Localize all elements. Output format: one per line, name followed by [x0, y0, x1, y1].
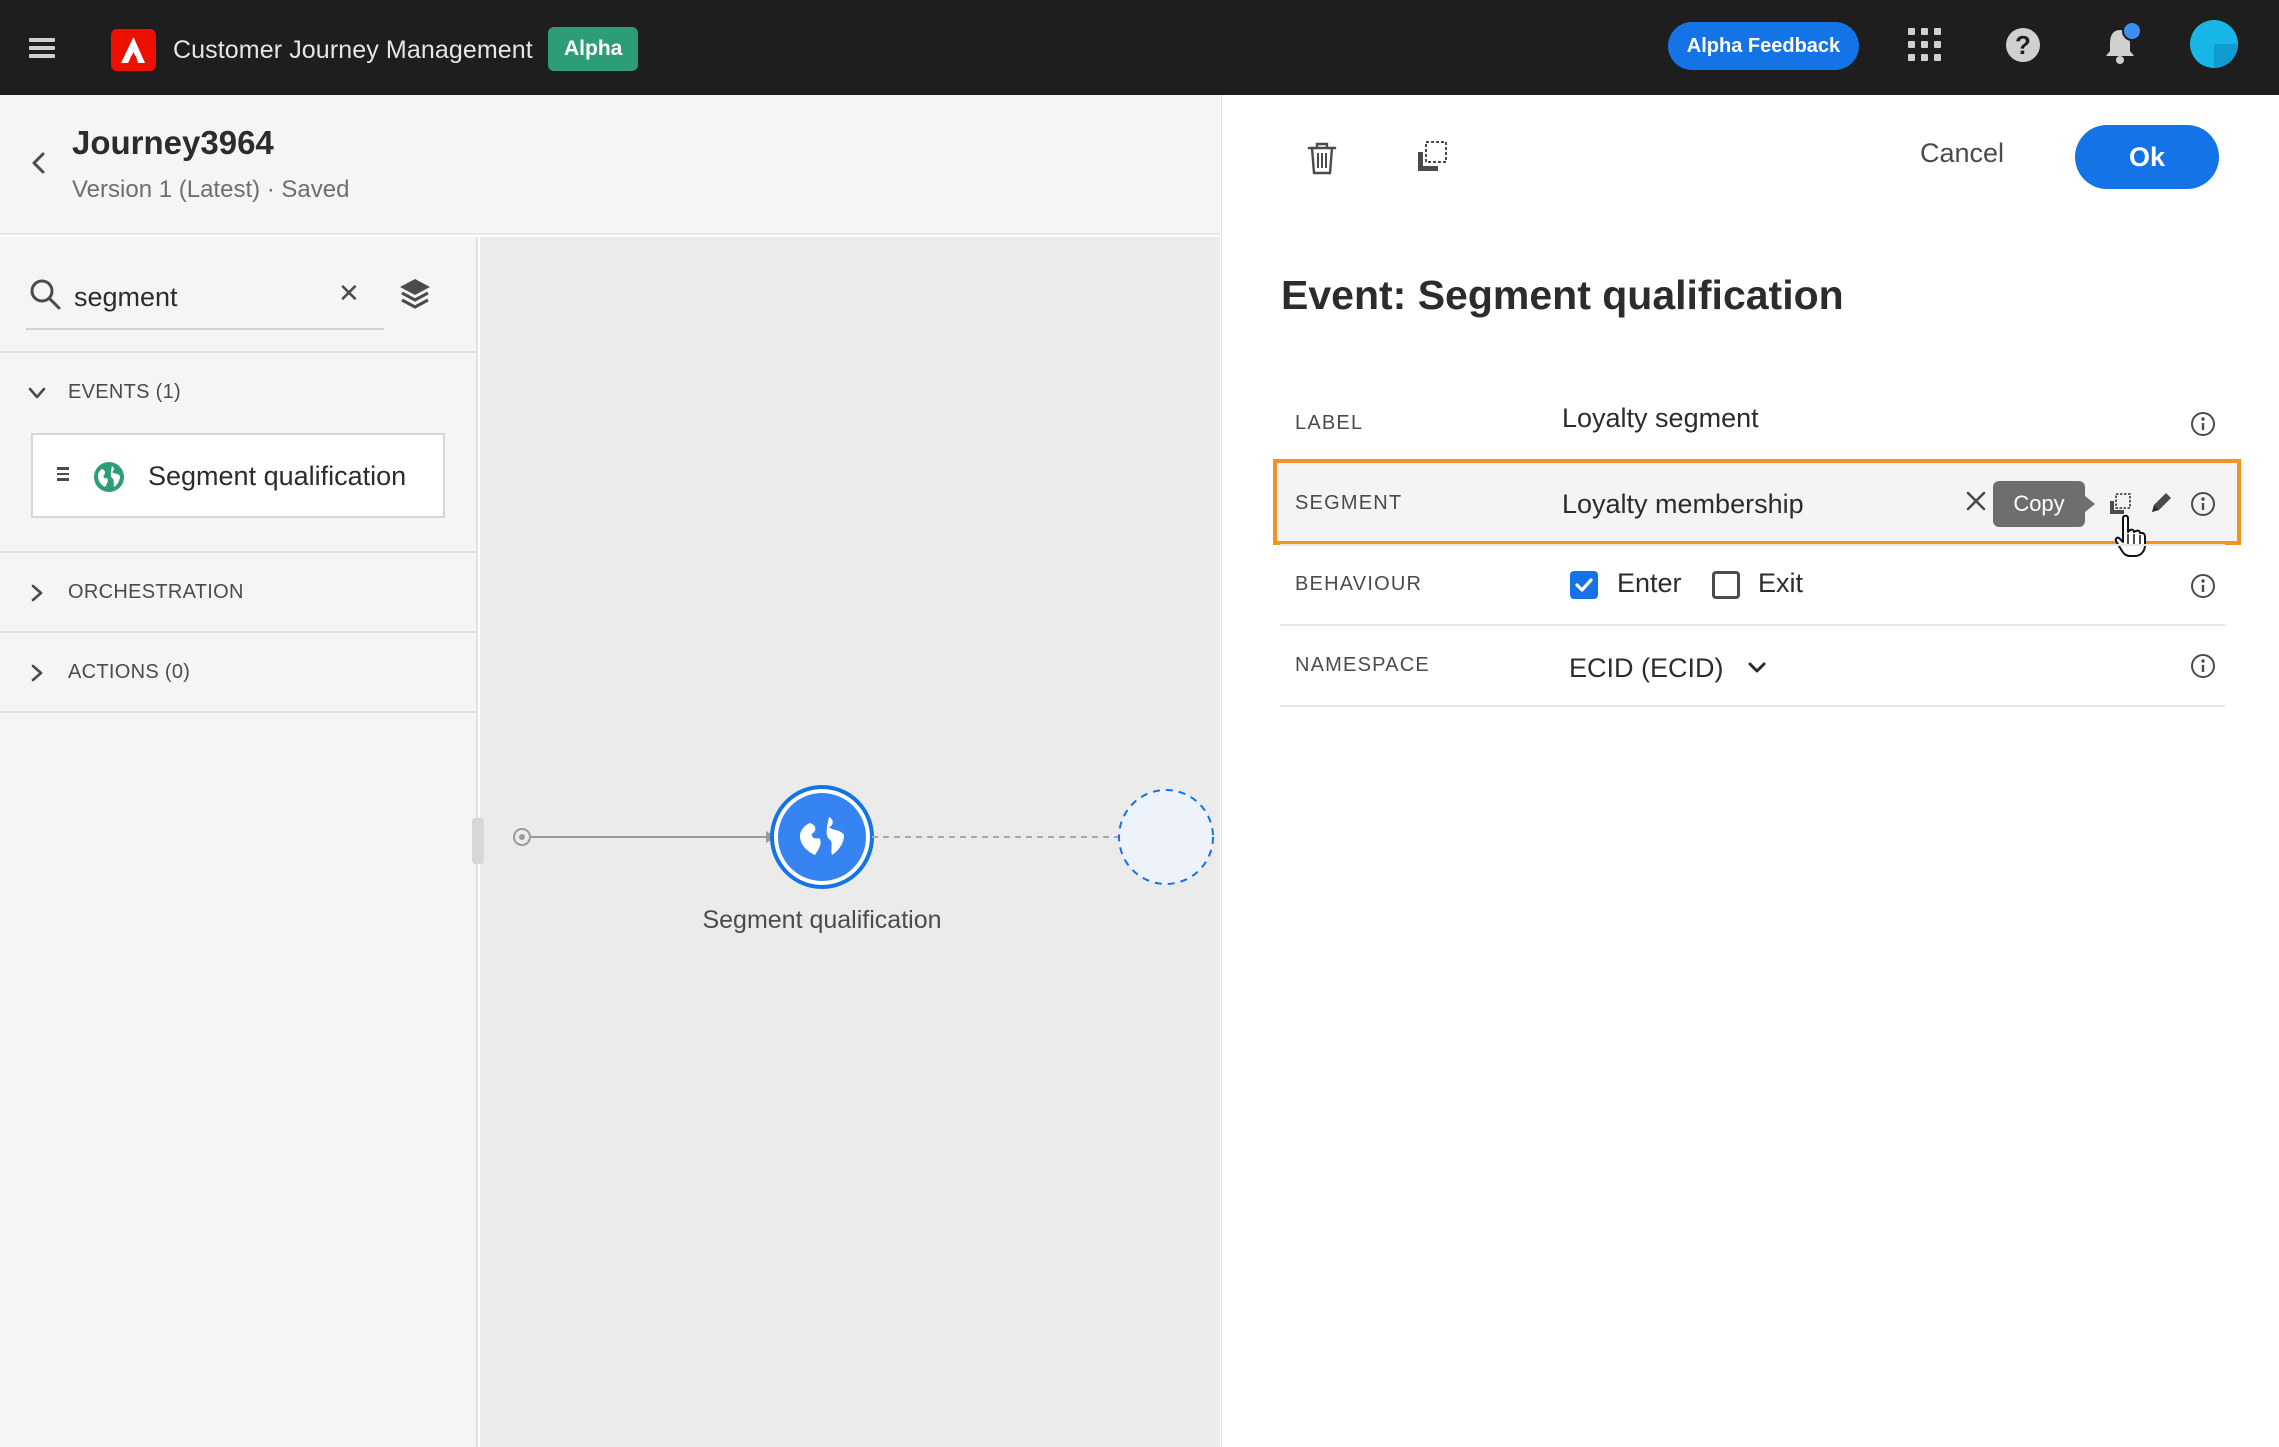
panel-title: Event: Segment qualification — [1281, 272, 1844, 318]
section-orchestration-label: ORCHESTRATION — [68, 581, 244, 603]
event-item-label: Segment qualification — [148, 461, 407, 491]
search-underline — [26, 328, 384, 330]
ok-button[interactable]: Ok — [2075, 125, 2219, 189]
notification-dot — [2122, 21, 2142, 41]
chevron-down-icon — [28, 387, 46, 398]
segment-qualification-node[interactable] — [770, 785, 874, 889]
row-divider — [1280, 624, 2225, 626]
edit-pencil-icon[interactable] — [2148, 490, 2174, 516]
journey-header — [0, 95, 1220, 235]
row-divider — [1280, 705, 2225, 707]
globe-icon — [94, 462, 124, 492]
chevron-down-icon — [1748, 662, 1765, 673]
help-icon[interactable]: ? — [2006, 28, 2040, 62]
trash-icon[interactable] — [1305, 140, 1339, 176]
enter-checkbox[interactable] — [1570, 571, 1598, 599]
layers-icon[interactable] — [398, 276, 432, 312]
activity-palette — [0, 237, 478, 1447]
namespace-select[interactable]: ECID (ECID) — [1569, 648, 1768, 688]
namespace-value: ECID (ECID) — [1569, 652, 1724, 683]
section-events-label: EVENTS (1) — [68, 381, 182, 403]
node-label: Segment qualification — [702, 906, 942, 934]
enter-label: Enter — [1617, 568, 1682, 598]
section-orchestration[interactable]: ORCHESTRATION — [26, 581, 244, 604]
duplicate-icon[interactable] — [1414, 138, 1450, 176]
journey-title: Journey3964 — [72, 124, 274, 161]
apps-grid-icon[interactable] — [1908, 28, 1944, 64]
section-actions[interactable]: ACTIONS (0) — [26, 661, 190, 684]
info-icon[interactable] — [2190, 573, 2216, 599]
section-events[interactable]: EVENTS (1) — [26, 381, 181, 404]
checkmark-icon — [1575, 578, 1593, 592]
adobe-logo — [111, 29, 156, 71]
drop-placeholder[interactable] — [1118, 789, 1214, 885]
label-field-value[interactable]: Loyalty segment — [1562, 403, 1759, 434]
info-icon[interactable] — [2190, 491, 2216, 517]
divider — [0, 351, 478, 353]
info-icon[interactable] — [2190, 653, 2216, 679]
clear-search-icon[interactable]: ✕ — [338, 278, 360, 309]
cancel-button[interactable]: Cancel — [1920, 138, 2004, 169]
behaviour-field-label: BEHAVIOUR — [1295, 573, 1423, 595]
back-chevron-icon[interactable] — [26, 150, 52, 176]
divider — [0, 711, 478, 713]
journey-version: Version 1 (Latest) · Saved — [72, 176, 350, 203]
search-icon — [28, 277, 62, 311]
divider — [0, 631, 478, 633]
search-input[interactable] — [74, 277, 314, 317]
segment-field-label: SEGMENT — [1295, 492, 1403, 514]
section-actions-label: ACTIONS (0) — [68, 661, 191, 683]
app-name: Customer Journey Management — [173, 36, 533, 64]
menu-icon[interactable] — [29, 38, 57, 58]
copy-tooltip: Copy — [1993, 481, 2095, 527]
segment-field-value[interactable]: Loyalty membership — [1562, 489, 1804, 520]
clear-segment-icon[interactable] — [1965, 490, 1987, 512]
hand-cursor-icon — [2114, 514, 2146, 557]
chevron-right-icon — [31, 584, 43, 601]
chevron-right-icon — [31, 664, 43, 681]
event-item-segment-qualification[interactable]: Segment qualification — [31, 433, 445, 518]
start-point — [513, 828, 531, 846]
info-icon[interactable] — [2190, 411, 2216, 437]
globe-icon — [800, 815, 844, 859]
avatar[interactable] — [2190, 20, 2238, 68]
label-field-label: LABEL — [1295, 412, 1364, 434]
exit-checkbox[interactable] — [1712, 571, 1740, 599]
row-divider — [1280, 544, 2225, 546]
namespace-field-label: NAMESPACE — [1295, 654, 1430, 676]
alpha-badge: Alpha — [548, 27, 639, 71]
alpha-feedback-button[interactable]: Alpha Feedback — [1668, 22, 1859, 70]
exit-label: Exit — [1758, 568, 1804, 598]
drag-handle-icon[interactable] — [57, 467, 69, 481]
divider — [0, 551, 478, 553]
